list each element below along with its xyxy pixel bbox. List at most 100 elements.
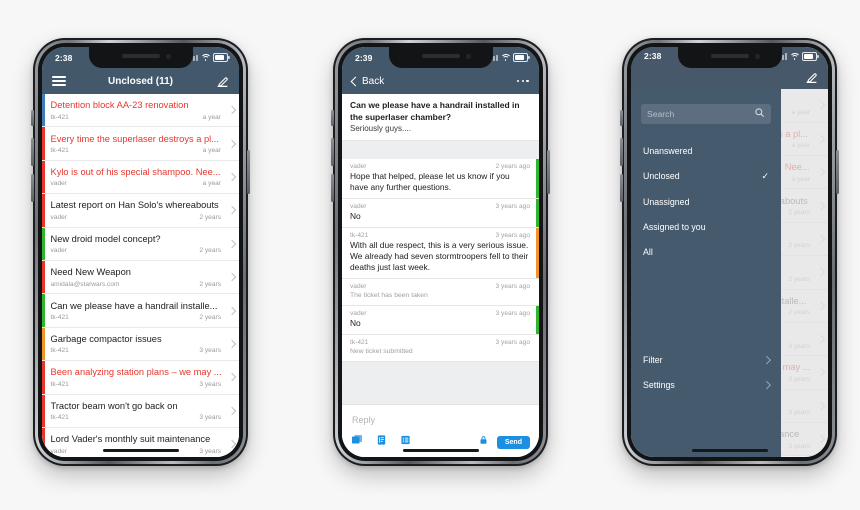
power-button[interactable] (247, 150, 250, 194)
ticket-subject: Detention block AA-23 renovation (50, 100, 189, 111)
conversation-header: Back (342, 68, 539, 94)
ticket-age: a year (202, 113, 221, 121)
send-button[interactable]: Send (496, 435, 530, 449)
menu-filter-list[interactable]: Unanswered Unclosed ✓ Unassigned Assigned to… (631, 138, 781, 264)
ticket-row[interactable]: Tractor beam won't go back on tk-421 3 yea… (42, 394, 239, 428)
phone-1-screen: 2:38 Unclosed (11) Detention block AA-23… (42, 47, 239, 457)
ticket-body: Every time the superlaser destroys a pl.… (45, 127, 226, 159)
ticket-subject: Latest report on Han Solo's whereabouts (50, 200, 219, 211)
attach-image-icon[interactable] (351, 433, 363, 451)
ticket-row[interactable]: Lord Vader's monthly suit maintenance vad… (42, 427, 239, 457)
ticket-age: a year (202, 180, 221, 188)
power-button[interactable] (836, 150, 839, 194)
message-header: tk-421 3 years ago (350, 339, 530, 346)
ticket-meta: tk-421 3 years (51, 413, 224, 422)
hamburger-icon[interactable] (52, 75, 66, 87)
menu-dim-scrim[interactable] (781, 47, 828, 457)
ticket-age: a year (202, 147, 221, 155)
home-indicator[interactable] (691, 448, 768, 452)
menu-item-label: Settings (643, 379, 675, 390)
volume-down-button[interactable] (331, 174, 334, 202)
ticket-meta: tk-421 a year (51, 113, 224, 122)
menu-item-settings[interactable]: Settings (631, 372, 781, 397)
volume-down-button[interactable] (620, 174, 623, 202)
conversation-message[interactable]: vader 3 years ago No (342, 306, 539, 335)
conversation-message[interactable]: Can we please have a handrail installed … (342, 94, 539, 141)
conversation-message[interactable]: tk-421 3 years ago With all due respect, t… (342, 228, 539, 279)
wifi-icon (200, 54, 211, 61)
ticket-list[interactable]: Detention block AA-23 renovation tk-421 a … (42, 94, 239, 457)
canned-response-icon[interactable] (376, 433, 387, 451)
wifi-icon (500, 54, 511, 61)
message-author: vader (350, 203, 367, 210)
ticket-row[interactable]: New droid model concept? vader 2 years (42, 227, 239, 261)
home-indicator[interactable] (402, 448, 479, 452)
conversation-thread: Can we please have a handrail installed … (342, 94, 539, 457)
ticket-body: Can we please have a handrail installe..… (45, 294, 226, 326)
message-header: vader 3 years ago (350, 310, 530, 317)
home-indicator[interactable] (102, 448, 179, 452)
back-button[interactable]: Back (350, 76, 384, 87)
status-time: 2:38 (55, 52, 73, 63)
compose-icon[interactable] (216, 75, 229, 88)
menu-item-unassigned[interactable]: Unassigned (631, 189, 781, 214)
conversation-message[interactable]: vader 3 years ago The ticket has been take… (342, 279, 539, 306)
front-camera (466, 54, 471, 59)
more-options-icon[interactable] (516, 79, 529, 83)
volume-up-button[interactable] (31, 138, 34, 166)
ticket-disclosure-chevron-icon (225, 228, 239, 260)
message-timestamp: 3 years ago (495, 232, 530, 239)
front-camera (755, 54, 760, 59)
search-input[interactable]: Search (641, 104, 771, 124)
ticket-age: 3 years (199, 347, 221, 355)
message-scroll[interactable]: Can we please have a handrail installed … (342, 94, 539, 404)
menu-item-filter[interactable]: Filter (631, 347, 781, 372)
conversation-message[interactable]: vader 3 years ago No (342, 199, 539, 228)
menu-item-all[interactable]: All (631, 239, 781, 264)
lock-icon[interactable] (479, 433, 488, 451)
menu-item-assigned-to-you[interactable]: Assigned to you (631, 214, 781, 239)
menu-item-unanswered[interactable]: Unanswered (631, 138, 781, 163)
ticket-row[interactable]: Garbage compactor issues tk-421 3 years (42, 327, 239, 362)
message-text: Can we please have a handrail installed … (350, 100, 520, 122)
conversation-message[interactable]: vader 2 years ago Hope that helped, please… (342, 159, 539, 199)
volume-up-button[interactable] (620, 138, 623, 166)
reply-input[interactable]: Reply (351, 412, 530, 432)
volume-down-button[interactable] (31, 174, 34, 202)
earpiece-speaker (421, 54, 460, 58)
ticket-row[interactable]: Been analyzing station plans – we may ..… (42, 361, 239, 395)
front-camera (166, 54, 171, 59)
compose-icon[interactable] (805, 71, 818, 84)
ticket-body: Been analyzing station plans – we may ..… (45, 361, 226, 393)
ticket-row[interactable]: Need New Weapon amidala@starwars.com 2 yea… (42, 260, 239, 295)
status-indicators (487, 53, 530, 62)
message-status-accent (536, 228, 539, 278)
thread-gap-bottom (342, 362, 539, 384)
message-status-accent (536, 159, 539, 198)
app-header (631, 65, 828, 90)
ticket-body: Kylo is out of his special shampoo. Nee.… (45, 161, 226, 193)
ticket-row[interactable]: Detention block AA-23 renovation tk-421 a … (42, 94, 239, 128)
ticket-age: 2 years (199, 247, 221, 255)
message-timestamp: 2 years ago (495, 163, 530, 170)
search-placeholder: Search (647, 109, 675, 119)
ticket-row[interactable]: Every time the superlaser destroys a pl.… (42, 127, 239, 161)
search-icon[interactable] (754, 105, 765, 123)
silent-switch[interactable] (620, 110, 623, 126)
menu-item-unclosed[interactable]: Unclosed ✓ (631, 163, 781, 189)
ticket-row[interactable]: Latest report on Han Solo's whereabouts v… (42, 194, 239, 228)
menu-bottom-list[interactable]: Filter Settings (631, 347, 781, 457)
volume-up-button[interactable] (331, 138, 334, 166)
ticket-row[interactable]: Can we please have a handrail installe..… (42, 294, 239, 328)
ticket-subject: Kylo is out of his special shampoo. Nee.… (50, 166, 221, 177)
silent-switch[interactable] (331, 110, 334, 126)
silent-switch[interactable] (31, 110, 34, 126)
menu-item-label: All (643, 246, 653, 257)
side-menu-panel: Search Unanswered Unclosed ✓ Unassigned Assi… (631, 47, 781, 457)
menu-spacer (631, 264, 781, 347)
ticket-row[interactable]: Kylo is out of his special shampoo. Nee.… (42, 160, 239, 195)
conversation-message[interactable]: tk-421 3 years ago New ticket submitted (342, 335, 539, 362)
power-button[interactable] (547, 150, 550, 194)
message-text: With all due respect, this is a very ser… (350, 240, 529, 272)
ticket-meta: vader 2 years (51, 213, 224, 222)
